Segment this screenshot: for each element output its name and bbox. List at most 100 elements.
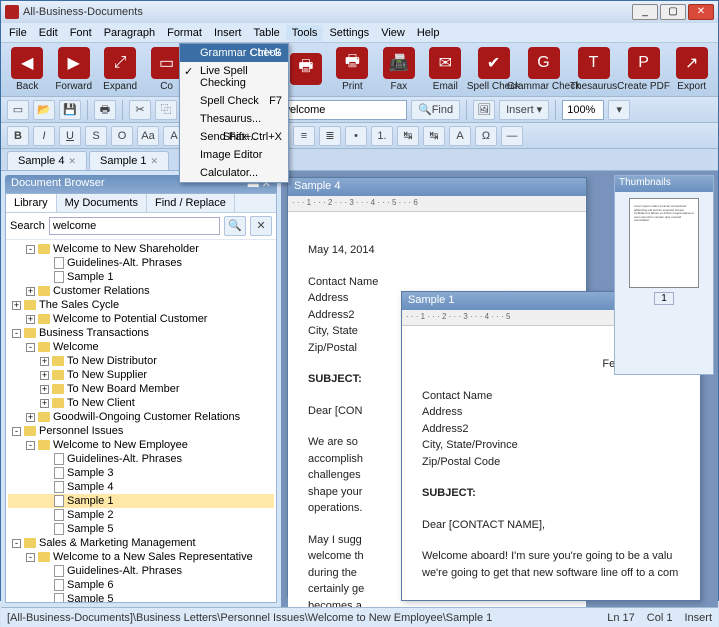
format-btn-17[interactable]: A	[449, 126, 471, 146]
tree-item[interactable]: +To New Board Member	[8, 382, 274, 396]
tools-menu-item[interactable]: Image Editor	[180, 146, 288, 164]
expand-icon[interactable]: -	[26, 441, 35, 450]
expand-icon[interactable]: +	[40, 399, 49, 408]
tree-item[interactable]: +Goodwill-Ongoing Customer Relations	[8, 410, 274, 424]
toolbar-email[interactable]: ✉Email	[425, 47, 465, 92]
tree-item[interactable]: Sample 1	[8, 270, 274, 284]
toolbar-thesaurus[interactable]: TThesaurus	[572, 47, 616, 92]
cut-icon[interactable]: ✂	[129, 100, 151, 120]
tree-item[interactable]: +To New Distributor	[8, 354, 274, 368]
tab-close-icon[interactable]: ✕	[68, 156, 76, 167]
print-icon[interactable]: 🖶	[94, 100, 116, 120]
toolbar-create-pdf[interactable]: PCreate PDF	[622, 47, 666, 92]
menu-insert[interactable]: Insert	[208, 25, 248, 41]
save-icon[interactable]: 💾	[59, 100, 81, 120]
toolbar-fax[interactable]: 📠Fax	[379, 47, 419, 92]
tree-item[interactable]: Sample 5	[8, 522, 274, 536]
tools-menu-item[interactable]: Send Fax...Shift+Ctrl+X	[180, 128, 288, 146]
insert-button[interactable]: Insert ▾	[499, 100, 549, 120]
format-btn-11[interactable]: ≡	[293, 126, 315, 146]
menu-file[interactable]: File	[3, 25, 33, 41]
library-tab[interactable]: My Documents	[57, 194, 147, 212]
toolbar-print[interactable]: 🖶Print	[332, 47, 372, 92]
tree-item[interactable]: -Welcome to a New Sales Representative	[8, 550, 274, 564]
format-btn-16[interactable]: ↹	[423, 126, 445, 146]
tab-close-icon[interactable]: ✕	[151, 156, 159, 167]
format-btn-1[interactable]: I	[33, 126, 55, 146]
close-button[interactable]: ✕	[688, 4, 714, 20]
zoom-input[interactable]	[562, 100, 604, 120]
expand-icon[interactable]: -	[12, 427, 21, 436]
tree-item[interactable]: Sample 5	[8, 592, 274, 603]
menu-font[interactable]: Font	[64, 25, 98, 41]
format-btn-5[interactable]: Aa	[137, 126, 159, 146]
menu-paragraph[interactable]: Paragraph	[98, 25, 161, 41]
tree-item[interactable]: +Customer Relations	[8, 284, 274, 298]
tree-item[interactable]: Guidelines-Alt. Phrases	[8, 452, 274, 466]
format-btn-18[interactable]: Ω	[475, 126, 497, 146]
format-btn-15[interactable]: ↹	[397, 126, 419, 146]
format-btn-0[interactable]: B	[7, 126, 29, 146]
format-btn-12[interactable]: ≣	[319, 126, 341, 146]
expand-icon[interactable]: +	[26, 413, 35, 422]
tools-menu-item[interactable]: Spell CheckF7	[180, 92, 288, 110]
thumbnail-page[interactable]: Lorem ipsum dolor sit amet consectetur a…	[629, 198, 699, 288]
tree-item[interactable]: Sample 4	[8, 480, 274, 494]
toolbar-forward[interactable]: ▶Forward	[53, 47, 93, 92]
toolbar-expand[interactable]: ⤢Expand	[100, 47, 140, 92]
menu-settings[interactable]: Settings	[323, 25, 375, 41]
tree-item[interactable]: Guidelines-Alt. Phrases	[8, 564, 274, 578]
search-input[interactable]	[277, 100, 407, 120]
menu-view[interactable]: View	[375, 25, 411, 41]
tree-item[interactable]: +The Sales Cycle	[8, 298, 274, 312]
thumbnail-number[interactable]: 1	[654, 292, 674, 305]
tree-item[interactable]: Guidelines-Alt. Phrases	[8, 256, 274, 270]
doc-title[interactable]: Sample 4	[288, 178, 586, 196]
expand-icon[interactable]: +	[40, 357, 49, 366]
expand-icon[interactable]: +	[26, 287, 35, 296]
tree-item[interactable]: Sample 1	[8, 494, 274, 508]
tools-menu-item[interactable]: Grammar CheckCtrl+G	[180, 44, 288, 62]
expand-icon[interactable]: -	[26, 553, 35, 562]
toolbar-btn[interactable]: 🖶	[286, 53, 326, 87]
tree-item[interactable]: +To New Client	[8, 396, 274, 410]
zoom-dropdown-icon[interactable]: ▾	[608, 100, 630, 120]
format-btn-4[interactable]: O	[111, 126, 133, 146]
tree-item[interactable]: -Business Transactions	[8, 326, 274, 340]
new-icon[interactable]: ▭	[7, 100, 29, 120]
search-clear-icon[interactable]: ✕	[250, 216, 272, 236]
tools-menu-item[interactable]: ✓Live Spell Checking	[180, 62, 288, 92]
tree-item[interactable]: Sample 2	[8, 508, 274, 522]
expand-icon[interactable]: +	[12, 301, 21, 310]
search-go-icon[interactable]: 🔍	[224, 216, 246, 236]
menu-help[interactable]: Help	[411, 25, 446, 41]
format-btn-3[interactable]: S	[85, 126, 107, 146]
open-icon[interactable]: 📂	[33, 100, 55, 120]
expand-icon[interactable]: -	[12, 539, 21, 548]
expand-icon[interactable]: +	[40, 371, 49, 380]
tree-item[interactable]: -Welcome to New Employee	[8, 438, 274, 452]
tree-item[interactable]: Sample 6	[8, 578, 274, 592]
expand-icon[interactable]: -	[26, 343, 35, 352]
tree-item[interactable]: -Sales & Marketing Management	[8, 536, 274, 550]
library-tab[interactable]: Find / Replace	[147, 194, 235, 212]
minimize-button[interactable]: _	[632, 4, 658, 20]
tree-item[interactable]: +Welcome to Potential Customer	[8, 312, 274, 326]
format-btn-14[interactable]: 1.	[371, 126, 393, 146]
toolbar-back[interactable]: ◀Back	[7, 47, 47, 92]
tree-item[interactable]: Sample 3	[8, 466, 274, 480]
image-icon[interactable]: 🖼	[473, 100, 495, 120]
library-search-input[interactable]	[49, 217, 220, 235]
maximize-button[interactable]: ▢	[660, 4, 686, 20]
tree-item[interactable]: -Welcome	[8, 340, 274, 354]
tree-item[interactable]: -Personnel Issues	[8, 424, 274, 438]
library-tab[interactable]: Library	[6, 194, 57, 212]
doc-tab[interactable]: Sample 4✕	[7, 151, 87, 170]
menu-edit[interactable]: Edit	[33, 25, 64, 41]
toolbar-grammar-check[interactable]: GGrammar Check	[522, 47, 566, 92]
tree-item[interactable]: -Welcome to New Shareholder	[8, 242, 274, 256]
doc-tab[interactable]: Sample 1✕	[89, 151, 169, 170]
find-button[interactable]: 🔍Find	[411, 100, 460, 120]
format-btn-13[interactable]: •	[345, 126, 367, 146]
menu-format[interactable]: Format	[161, 25, 208, 41]
